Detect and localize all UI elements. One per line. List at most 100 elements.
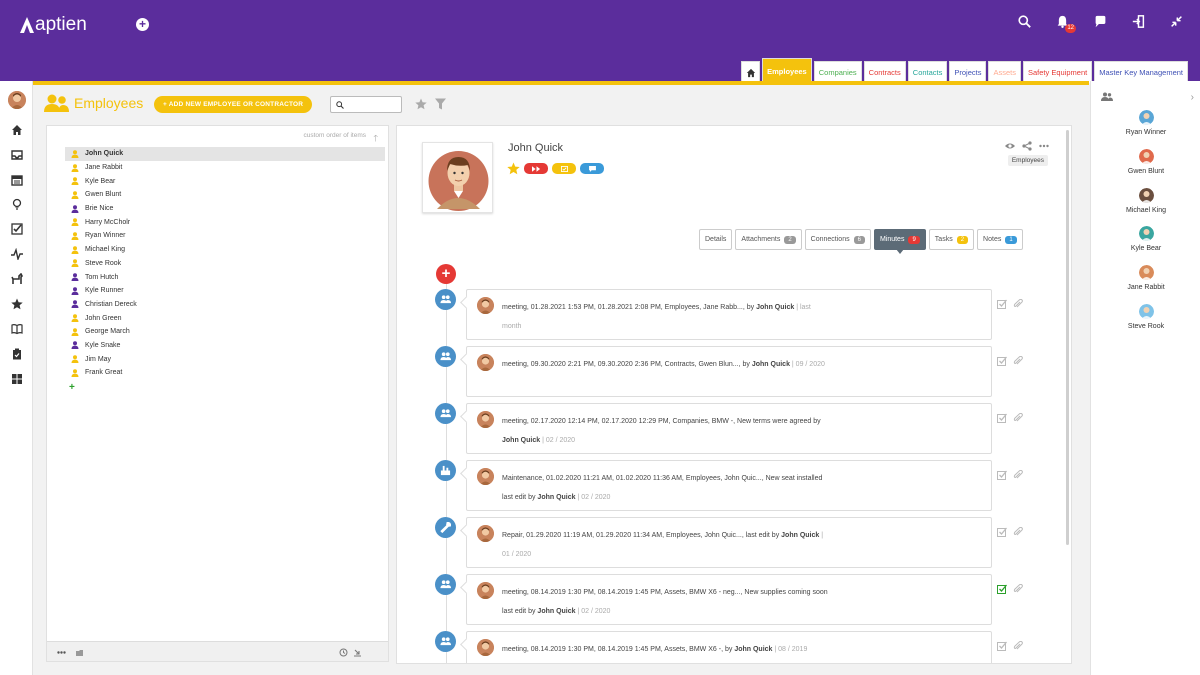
employee-list-item[interactable]: Gwen Blunt [65,188,385,202]
minute-card[interactable]: meeting, 02.17.2020 12:14 PM, 02.17.2020… [466,403,992,454]
attachment-icon[interactable] [1013,299,1023,309]
employee-list-item[interactable]: Harry McCholr [65,215,385,229]
employee-list-item[interactable]: Christian Dereck [65,298,385,312]
tab-assets[interactable]: Assets [988,61,1021,83]
tab-safety-equipment[interactable]: Safety Equipment [1023,61,1093,83]
edit-check-icon[interactable] [997,641,1007,651]
minute-entry[interactable]: meeting, 02.17.2020 12:14 PM, 02.17.2020… [435,403,1071,455]
bulk-edit-icon[interactable] [75,648,84,657]
person-item[interactable]: Kyle Bear [1091,226,1200,252]
person-item[interactable]: Michael King [1091,187,1200,214]
minute-card[interactable]: meeting, 08.14.2019 1:30 PM, 08.14.2019 … [466,631,992,663]
tab-projects[interactable]: Projects [949,61,987,83]
employee-list-item[interactable]: George March [65,325,385,339]
collapse-icon[interactable] [1168,13,1184,29]
clipboard-icon[interactable] [11,348,23,360]
tab-contacts[interactable]: Contacts [907,61,948,83]
tab-master-key-management[interactable]: Master Key Management [1094,61,1188,83]
favorites-star-icon[interactable] [415,98,427,110]
minute-author[interactable]: John Quick [537,494,575,501]
edit-check-icon[interactable] [997,527,1007,537]
more-icon[interactable] [1039,141,1049,151]
sort-up-icon[interactable]: 🡑 [373,131,378,147]
tab-notes[interactable]: Notes 1 [977,229,1023,250]
star-icon[interactable] [11,298,23,310]
panel-toggle-icon[interactable]: › [1191,92,1194,103]
add-employee-button[interactable]: + ADD NEW EMPLOYEE OR CONTRACTOR [154,96,313,113]
tab-home[interactable] [741,61,761,83]
employee-list-item[interactable]: Michael King [65,243,385,257]
logout-icon[interactable] [1130,13,1146,29]
attachment-icon[interactable] [1013,413,1023,423]
minute-entry[interactable]: meeting, 09.30.2020 2:21 PM, 09.30.2020 … [435,346,1071,398]
more-options-icon[interactable] [57,648,66,657]
employee-list-item[interactable]: Kyle Runner [65,284,385,298]
employee-list-item[interactable]: Tom Hutch [65,270,385,284]
minute-author[interactable]: John Quick [752,361,790,368]
chat-icon[interactable] [1092,13,1108,29]
search-input[interactable] [347,98,399,111]
attachment-icon[interactable] [1013,584,1023,594]
minute-entry[interactable]: meeting, 08.14.2019 1:30 PM, 08.14.2019 … [435,631,1071,663]
minute-author[interactable]: John Quick [502,437,540,444]
edit-check-icon[interactable] [997,584,1007,594]
person-item[interactable]: Jane Rabbit [1091,265,1200,291]
tab-attachments[interactable]: Attachments 2 [735,229,802,250]
tab-employees[interactable]: Employees [762,58,812,83]
tab-companies[interactable]: Companies [813,61,862,83]
person-item[interactable]: Gwen Blunt [1091,148,1200,175]
attachment-icon[interactable] [1013,356,1023,366]
fast-forward-icon[interactable] [524,163,548,174]
employee-list-item[interactable]: Kyle Bear [65,174,385,188]
person-item[interactable]: Ryan Winner [1091,110,1200,136]
tab-details[interactable]: Details [699,229,733,250]
employee-list-item[interactable]: Frank Great [65,366,385,380]
minute-author[interactable]: John Quick [781,532,819,539]
edit-check-icon[interactable] [997,299,1007,309]
attachment-icon[interactable] [1013,641,1023,651]
employee-list-item[interactable]: Jane Rabbit [65,161,385,175]
tasks-icon[interactable] [11,223,23,235]
tab-minutes[interactable]: Minutes 9 [873,229,926,254]
export-icon[interactable] [353,648,362,657]
inbox-icon[interactable] [11,149,23,161]
employee-list-item[interactable]: John Quick [65,147,385,161]
minute-card[interactable]: Repair, 01.29.2020 11:19 AM, 01.29.2020 … [466,517,992,568]
activity-icon[interactable] [11,248,23,260]
history-icon[interactable] [339,648,348,657]
minute-entry[interactable]: Maintenance, 01.02.2020 11:21 AM, 01.02.… [435,460,1071,512]
add-item-button[interactable]: + [69,382,75,393]
pet-icon[interactable] [11,273,23,285]
employee-photo[interactable] [422,142,493,213]
quick-add-button[interactable]: + [136,18,149,31]
attachment-icon[interactable] [1013,470,1023,480]
tab-contracts[interactable]: Contracts [863,61,906,83]
bell-icon[interactable]: 12 [1054,13,1076,33]
filter-icon[interactable] [435,98,446,110]
dashboard-icon[interactable] [11,373,23,385]
minute-card[interactable]: meeting, 01.28.2021 1:53 PM, 01.28.2021 … [466,289,992,340]
calendar-icon[interactable] [11,174,23,186]
employee-list-item[interactable]: Steve Rook [65,257,385,271]
favorite-star-icon[interactable] [507,162,520,175]
person-item[interactable]: Steve Rook [1091,304,1200,330]
employee-list-item[interactable]: Kyle Snake [65,339,385,353]
book-icon[interactable] [11,323,23,335]
tab-connections[interactable]: Connections 6 [804,229,871,250]
employee-list-item[interactable]: Jim May [65,352,385,366]
employee-list-item[interactable]: Ryan Winner [65,229,385,243]
minute-card[interactable]: meeting, 09.30.2020 2:21 PM, 09.30.2020 … [466,346,992,397]
add-minute-button[interactable]: + [436,264,456,284]
share-icon[interactable] [1022,141,1032,151]
minute-author[interactable]: John Quick [537,608,575,615]
tab-tasks[interactable]: Tasks 2 [928,229,975,250]
minute-card[interactable]: Maintenance, 01.02.2020 11:21 AM, 01.02.… [466,460,992,511]
minute-author[interactable]: John Quick [734,646,772,653]
minute-author[interactable]: John Quick [756,304,794,311]
edit-check-icon[interactable] [997,356,1007,366]
app-logo[interactable]: aptien [20,14,87,36]
attachment-icon[interactable] [1013,527,1023,537]
home-icon[interactable] [11,124,23,136]
minute-entry[interactable]: meeting, 08.14.2019 1:30 PM, 08.14.2019 … [435,574,1071,626]
view-icon[interactable] [1005,141,1015,151]
